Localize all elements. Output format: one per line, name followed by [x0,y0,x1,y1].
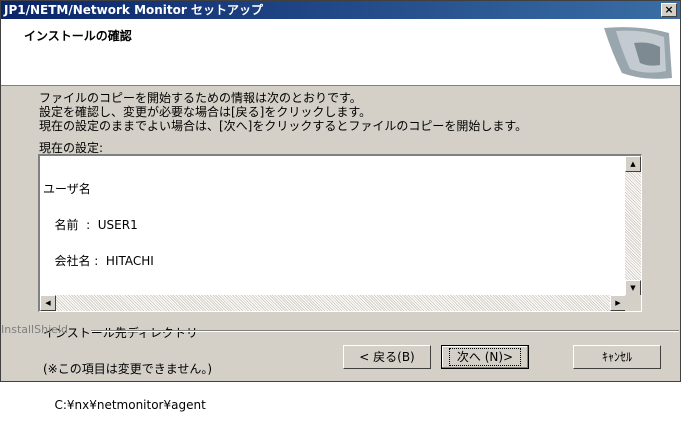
settings-line: C:¥nx¥netmonitor¥agent [43,398,206,412]
scroll-left-button[interactable]: ◀ [40,295,56,311]
settings-line: 名前 : USER1 [43,218,138,232]
page-title: インストールの確認 [24,29,132,43]
cancel-button-label: ｷｬﾝｾﾙ [601,350,632,364]
horizontal-scrollbar[interactable]: ◀ ▶ [40,295,626,311]
window-title: JP1/NETM/Network Monitor セットアップ [4,3,263,17]
close-icon: × [664,3,674,16]
title-bar: JP1/NETM/Network Monitor セットアップ × [1,1,680,19]
cancel-button[interactable]: ｷｬﾝｾﾙ [573,345,661,369]
settings-line: (※この項目は変更できません。) [43,362,213,376]
scroll-down-button[interactable]: ▼ [625,280,641,296]
current-settings-textbox[interactable]: ユーザ名 名前 : USER1 会社名 : HITACHI インストール先ディレ… [38,154,642,411]
back-button[interactable]: < 戻る(B) [343,345,431,369]
settings-line: ユーザ名 [43,182,91,196]
installshield-graphic-icon [604,27,672,79]
settings-line: インストール先ディレクトリ [43,326,198,340]
description-line: 設定を確認し、変更が必要な場合は[戻る]をクリックします。 [39,105,372,119]
arrow-down-icon: ▼ [630,284,636,292]
arrow-right-icon: ▶ [615,299,621,307]
vertical-scrollbar[interactable]: ▲ ▼ [625,156,641,296]
settings-line: 会社名 : HITACHI [43,254,154,268]
scroll-up-button[interactable]: ▲ [625,156,641,172]
arrow-up-icon: ▲ [630,160,636,168]
next-button-label: 次へ (N)> [448,348,522,366]
setup-dialog: JP1/NETM/Network Monitor セットアップ × インストール… [0,0,681,411]
scroll-corner [625,295,641,311]
description-line: ファイルのコピーを開始するための情報は次のとおりです。 [39,91,362,105]
scroll-right-button[interactable]: ▶ [610,295,626,311]
installshield-brand: InstallShield [1,323,68,336]
description-text: ファイルのコピーを開始するための情報は次のとおりです。 設定を確認し、変更が必要… [39,91,527,133]
arrow-left-icon: ◀ [45,299,51,307]
next-button[interactable]: 次へ (N)> [441,345,529,369]
header-band: インストールの確認 [1,19,680,86]
description-line: 現在の設定のままでよい場合は、[次へ]をクリックするとファイルのコピーを開始しま… [39,119,528,133]
back-button-label: < 戻る(B) [359,350,415,364]
footer-separator [91,330,679,332]
close-button[interactable]: × [661,3,677,17]
